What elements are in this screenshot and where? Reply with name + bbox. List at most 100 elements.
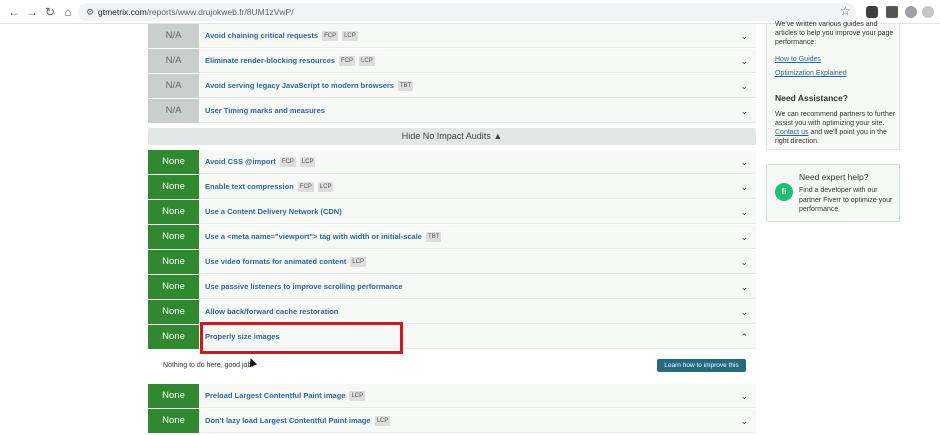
audit-title[interactable]: Avoid chaining critical requests FCP LCP [205,24,358,48]
chevron-down-icon[interactable]: ⌄ [740,150,748,174]
bookmark-star-icon[interactable]: ☆ [840,4,851,18]
profile-avatar-icon[interactable] [922,6,934,18]
metric-tag: FCP [339,56,356,66]
learn-how-button[interactable]: Learn how to improve this [657,359,746,372]
audit-title-text: Allow back/forward cache restoration [205,307,339,316]
audit-row[interactable]: N/A Eliminate render-blocking resources FC… [148,49,756,73]
chevron-down-icon[interactable]: ⌄ [740,49,748,73]
audit-title-text: Use a <meta name="viewport"> tag with wi… [205,232,422,241]
audit-score-badge: None [148,325,199,349]
chevron-down-icon[interactable]: ⌄ [740,200,748,224]
audit-title[interactable]: Use passive listeners to improve scrolli… [205,275,403,299]
metric-tag: LCP [299,157,316,167]
metric-tag: TBT [397,81,414,91]
extension-icon[interactable] [905,6,917,18]
metric-tag: TBT [425,232,442,242]
highlight-box [200,322,403,354]
chevron-down-icon[interactable]: ⌄ [740,99,748,123]
audit-row[interactable]: None Enable text compression FCP LCP ⌄ [148,175,756,199]
assistance-text: We can recommend partners to further ass… [775,111,896,145]
audit-row[interactable]: N/A User Timing marks and measures ⌄ [148,99,756,123]
audit-score-badge: None [148,275,199,299]
back-icon[interactable]: ← [6,4,22,20]
audit-row[interactable]: None Preload Largest Contentful Paint ima… [148,384,756,408]
audit-score-badge: N/A [148,74,199,98]
audit-title[interactable]: Preload Largest Contentful Paint image LC… [205,384,366,408]
chevron-down-icon[interactable]: ⌄ [740,225,748,249]
metric-tag: FCP [279,157,296,167]
metric-tag: LCP [350,257,366,267]
reload-icon[interactable]: ↻ [42,4,58,20]
audit-title-text: Avoid chaining critical requests [205,31,319,40]
chevron-down-icon[interactable]: ⌄ [740,409,748,433]
audit-score-badge: N/A [148,99,199,123]
audit-title[interactable]: Avoid serving legacy JavaScript to moder… [205,74,414,98]
audit-score-badge: None [148,409,199,433]
hide-no-impact-toggle[interactable]: Hide No Impact Audits ▲ [148,128,756,145]
chevron-down-icon[interactable]: ⌄ [740,384,748,408]
expert-help-panel[interactable]: fi Need expert help? Find a developer wi… [766,164,900,222]
audit-row[interactable]: N/A Avoid chaining critical requests FCP LC… [148,24,756,48]
chevron-down-icon[interactable]: ⌄ [740,24,748,48]
extension-icon[interactable] [866,6,878,18]
audit-detail-panel: Nothing to do here, good job! Learn how … [148,350,756,384]
contact-us-link[interactable]: Contact us [775,129,808,136]
audit-title[interactable]: Enable text compression FCP LCP [205,175,334,199]
audit-title-text: Enable text compression [205,182,294,191]
address-bar[interactable]: ⚙ gtmetrix.com/reports/www.drujokweb.fr/… [78,3,856,21]
audit-score-badge: None [148,384,199,408]
expert-help-heading: Need expert help? [799,172,869,182]
audit-row[interactable]: None Avoid CSS @import FCP LCP ⌄ [148,150,756,174]
expert-help-text: Find a developer with our partner Fiverr… [799,187,893,213]
chevron-up-icon[interactable]: ⌃ [740,325,748,349]
metric-tag: LCP [342,31,358,41]
audit-score-badge: None [148,300,199,324]
chevron-down-icon[interactable]: ⌄ [740,74,748,98]
audit-title[interactable]: Use video formats for animated content LC… [205,250,366,274]
chevron-down-icon[interactable]: ⌄ [740,300,748,324]
audit-row[interactable]: N/A Avoid serving legacy JavaScript to mo… [148,74,756,98]
audit-title[interactable]: Use a <meta name="viewport"> tag with wi… [205,225,442,249]
metric-tag: LCP [349,391,366,401]
audit-title[interactable]: Eliminate render-blocking resources FCP LC… [205,49,375,73]
audit-score-badge: None [148,250,199,274]
audit-title[interactable]: Don't lazy load Largest Contentful Paint… [205,409,391,433]
audit-score-badge: N/A [148,24,199,48]
metric-tag: LCP [317,182,334,192]
audit-score-badge: None [148,175,199,199]
audit-title-text: Don't lazy load Largest Contentful Paint… [205,416,371,425]
chevron-down-icon[interactable]: ⌄ [740,250,748,274]
extension-icon[interactable] [886,6,898,18]
audit-title-text: Use passive listeners to improve scrolli… [205,282,403,291]
optimization-explained-link[interactable]: Optimization Explained [775,69,897,78]
audit-title[interactable]: User Timing marks and measures [205,99,325,123]
audit-score-badge: None [148,200,199,224]
audit-row[interactable]: None Use a Content Delivery Network (CDN)… [148,200,756,224]
forward-icon[interactable]: → [24,4,40,20]
audit-title[interactable]: Avoid CSS @import FCP LCP [205,150,316,174]
audit-title-text: Use video formats for animated content [205,257,347,266]
audit-score-badge: N/A [148,49,199,73]
chevron-up-icon: ▲ [493,131,503,141]
metric-tag: LCP [374,416,391,426]
metric-tag: FCP [297,182,314,192]
audit-title[interactable]: Use a Content Delivery Network (CDN) [205,200,342,224]
how-to-guides-link[interactable]: How to Guides [775,55,897,64]
audit-row[interactable]: None Use passive listeners to improve scr… [148,275,756,299]
chevron-down-icon[interactable]: ⌄ [740,275,748,299]
assistance-heading: Need Assistance? [775,93,848,103]
url-text: gtmetrix.com/reports/www.drujokweb.fr/8U… [98,7,294,17]
audit-title-text: Use a Content Delivery Network (CDN) [205,207,342,216]
audit-title-text: Preload Largest Contentful Paint image [205,391,346,400]
audit-title-text: Eliminate render-blocking resources [205,56,336,65]
guides-panel: We've written various guides and article… [766,21,900,150]
metric-tag: LCP [359,56,375,66]
audit-row[interactable]: None Don't lazy load Largest Contentful P… [148,409,756,433]
audit-title[interactable]: Allow back/forward cache restoration [205,300,338,324]
audit-row[interactable]: None Use a <meta name="viewport"> tag wit… [148,225,756,249]
audit-row[interactable]: None Use video formats for animated conte… [148,250,756,274]
audit-row[interactable]: None Allow back/forward cache restoration… [148,300,756,324]
home-icon[interactable]: ⌂ [60,4,76,20]
site-info-icon[interactable]: ⚙ [84,6,96,18]
chevron-down-icon[interactable]: ⌄ [740,175,748,199]
